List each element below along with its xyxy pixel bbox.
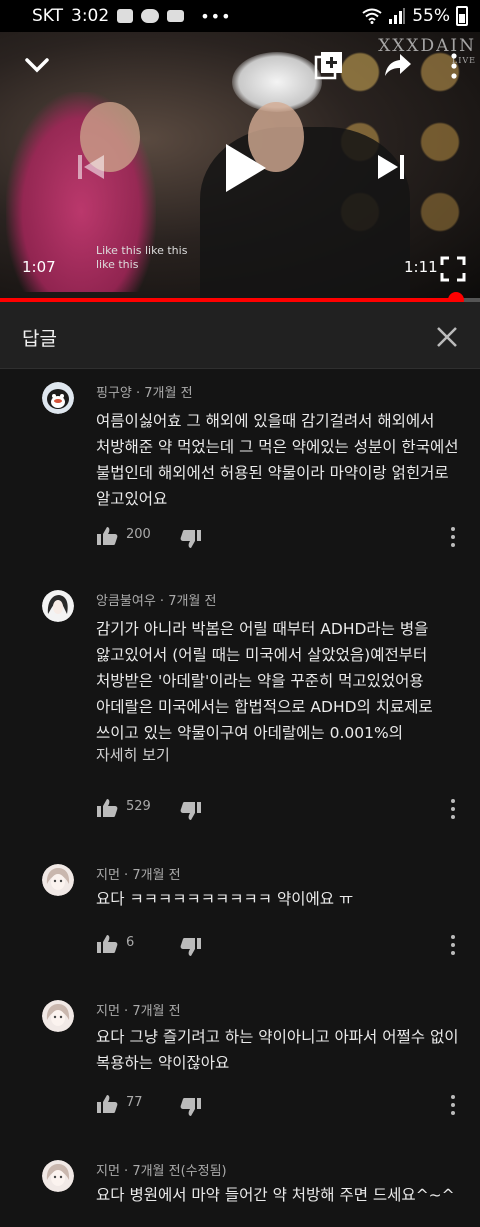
- caption-line: Like this like this: [96, 244, 188, 257]
- youtube-notification-icon: [167, 10, 185, 22]
- avatar[interactable]: [42, 382, 74, 414]
- status-bar: SKT 3:02 ••• 55%: [0, 0, 480, 32]
- close-icon[interactable]: [436, 326, 458, 348]
- comment-author-meta: 지먼 · 7개월 전(수정됨): [96, 1164, 227, 1179]
- comment-author-meta: 앙큼불여우 · 7개월 전: [96, 594, 217, 609]
- comment-more-icon[interactable]: [450, 1094, 456, 1116]
- avatar[interactable]: [42, 1160, 74, 1192]
- comment-more-icon[interactable]: [450, 798, 456, 820]
- clock: 3:02: [71, 6, 110, 26]
- avatar[interactable]: [42, 1000, 74, 1032]
- like-icon[interactable]: [96, 526, 118, 546]
- comment-actions: 200: [96, 526, 466, 550]
- battery-icon: [456, 6, 468, 26]
- like-count: 529: [126, 799, 151, 814]
- kakaotalk-notification-icon: [141, 9, 160, 23]
- comment-text: 여름이싫어효 그 해외에 있을때 감기걸려서 해외에서 처방해준 약 먹었는데 …: [96, 412, 459, 508]
- battery-percent: 55%: [412, 6, 450, 26]
- video-caption: Like this like this like this: [96, 244, 187, 272]
- like-count: 200: [126, 527, 151, 542]
- like-icon[interactable]: [96, 798, 118, 818]
- caption-line: like this: [96, 258, 139, 271]
- next-video-icon[interactable]: [374, 150, 408, 184]
- add-to-playlist-icon[interactable]: [314, 50, 344, 80]
- comment-actions: 77: [96, 1094, 466, 1118]
- replies-header: 답글: [0, 302, 480, 369]
- dislike-icon[interactable]: [180, 529, 202, 549]
- comment-actions: 6: [96, 934, 466, 958]
- share-icon[interactable]: [384, 52, 412, 78]
- comment-author-meta: 지먼 · 7개월 전: [96, 868, 181, 883]
- dislike-icon[interactable]: [180, 1097, 202, 1117]
- dislike-icon[interactable]: [180, 801, 202, 821]
- minimize-chevron-icon[interactable]: [24, 52, 50, 78]
- comment-text: 요다 그냥 즐기려고 하는 약이아니고 아파서 어쩔수 없이 복용하는 약이잖아…: [96, 1028, 459, 1072]
- more-notifications-icon: •••: [200, 6, 232, 26]
- avatar[interactable]: [42, 590, 74, 622]
- comment-text: 요다 ㅋㅋㅋㅋㅋㅋㅋㅋㅋㅋ 약이에요 ㅠ: [96, 890, 354, 908]
- dislike-icon[interactable]: [180, 937, 202, 957]
- avatar[interactable]: [42, 864, 74, 896]
- comment-text: 감기가 아니라 박봄은 어릴 때부터 ADHD라는 병을 앓고있어서 (어릴 때…: [96, 620, 433, 742]
- read-more-link[interactable]: 자세히 보기: [96, 744, 170, 765]
- comment-actions: 529: [96, 798, 466, 822]
- like-count: 6: [126, 935, 135, 950]
- comment-author-meta: 지먼 · 7개월 전: [96, 1004, 181, 1019]
- comment-more-icon[interactable]: [450, 934, 456, 956]
- fullscreen-icon[interactable]: [440, 256, 466, 282]
- gallery-notification-icon: [117, 9, 134, 23]
- wifi-icon: [362, 8, 382, 24]
- like-icon[interactable]: [96, 934, 118, 954]
- video-player[interactable]: XXXDAIN LIVE 1:07 1:11 Like this like th…: [0, 32, 480, 300]
- more-options-icon[interactable]: [448, 52, 460, 80]
- play-icon[interactable]: [222, 142, 268, 194]
- carrier-label: SKT: [32, 6, 64, 26]
- like-count: 77: [126, 1095, 143, 1110]
- replies-title: 답글: [22, 328, 57, 350]
- current-time: 1:07: [22, 258, 56, 276]
- comment-more-icon[interactable]: [450, 526, 456, 548]
- duration: 1:11: [404, 258, 438, 276]
- comment-author-meta: 핑구양 · 7개월 전: [96, 386, 193, 401]
- signal-icon: [389, 8, 406, 24]
- comment-text: 요다 병원에서 마약 들어간 약 처방해 주면 드세요^~^: [96, 1186, 455, 1204]
- like-icon[interactable]: [96, 1094, 118, 1114]
- previous-video-icon[interactable]: [74, 150, 108, 184]
